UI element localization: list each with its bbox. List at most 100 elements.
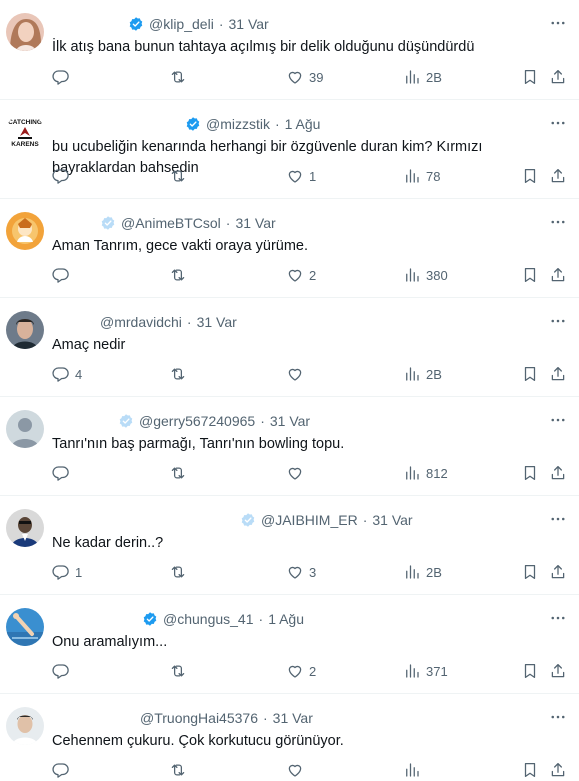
views-button[interactable]	[403, 759, 426, 781]
user-handle[interactable]: @JAIBHIM_ER	[261, 511, 358, 529]
retweet-button[interactable]	[169, 561, 192, 583]
share-button[interactable]	[549, 660, 567, 682]
more-options-button[interactable]	[545, 704, 571, 730]
verified-badge-icon	[128, 16, 144, 32]
views-chart-icon	[406, 367, 419, 381]
tweet-date[interactable]: 31 Var	[270, 412, 310, 430]
share-button[interactable]	[549, 264, 567, 286]
default-avatar[interactable]	[6, 410, 44, 448]
like-button[interactable]	[286, 462, 309, 484]
retweet-button[interactable]	[169, 363, 192, 385]
more-options-button[interactable]	[545, 407, 571, 433]
views-button[interactable]: 380	[403, 264, 448, 286]
tweet[interactable]: @mrdavidchi · 31 Var Amaç nedir 4 2B	[0, 298, 579, 397]
like-button[interactable]: 1	[286, 165, 316, 187]
bookmark-button[interactable]	[521, 363, 539, 385]
reply-button[interactable]: 1	[52, 561, 82, 583]
views-button[interactable]: 2B	[403, 66, 442, 88]
tweet-date[interactable]: 1 Ağu	[268, 610, 304, 628]
like-button[interactable]: 2	[286, 660, 316, 682]
user-handle[interactable]: @klip_deli	[149, 15, 214, 33]
share-button[interactable]	[549, 363, 567, 385]
share-button[interactable]	[549, 165, 567, 187]
user-handle[interactable]: @mizzstik	[206, 115, 270, 133]
retweet-icon	[171, 71, 185, 83]
heart-icon	[288, 269, 302, 282]
user-handle[interactable]: @gerry567240965	[139, 412, 255, 430]
bookmark-button[interactable]	[521, 660, 539, 682]
more-options-button[interactable]	[545, 110, 571, 136]
retweet-button[interactable]	[169, 462, 192, 484]
retweet-icon	[171, 566, 185, 578]
tweet[interactable]: @JAIBHIM_ER · 31 Var Ne kadar derin..? 1…	[0, 496, 579, 595]
like-button[interactable]	[286, 363, 309, 385]
man-avatar[interactable]	[6, 311, 44, 349]
views-chart-icon	[406, 466, 419, 480]
bookmark-button[interactable]	[521, 759, 539, 781]
user-handle[interactable]: @AnimeBTCsol	[121, 214, 221, 232]
like-button[interactable]: 3	[286, 561, 316, 583]
retweet-button[interactable]	[169, 759, 192, 781]
portrait-avatar[interactable]	[6, 509, 44, 547]
diver-avatar[interactable]	[6, 608, 44, 646]
views-button[interactable]: 78	[403, 165, 440, 187]
reply-button[interactable]	[52, 165, 75, 187]
user-handle[interactable]: @mrdavidchi	[100, 313, 182, 331]
more-options-button[interactable]	[545, 10, 571, 36]
retweet-button[interactable]	[169, 66, 192, 88]
reply-button[interactable]	[52, 66, 75, 88]
like-button[interactable]: 2	[286, 264, 316, 286]
man2-avatar[interactable]	[6, 707, 44, 745]
reply-button[interactable]	[52, 660, 75, 682]
share-button[interactable]	[549, 561, 567, 583]
tweet[interactable]: CATCHING KARENS @mizzstik · 1 Ağu bu ucub…	[0, 100, 579, 199]
woman-avatar[interactable]	[6, 13, 44, 51]
reply-button[interactable]	[52, 264, 75, 286]
bookmark-button[interactable]	[521, 66, 539, 88]
separator-dot: ·	[225, 215, 231, 231]
tweet-date[interactable]: 31 Var	[372, 511, 412, 529]
more-options-button[interactable]	[545, 308, 571, 334]
user-handle[interactable]: @TruongHai45376	[140, 709, 258, 727]
tweet-header: @AnimeBTCsol · 31 Var	[100, 214, 276, 232]
like-button[interactable]	[286, 759, 309, 781]
reply-button[interactable]	[52, 759, 75, 781]
user-handle[interactable]: @chungus_41	[163, 610, 254, 628]
views-button[interactable]: 2B	[403, 363, 442, 385]
views-button[interactable]: 812	[403, 462, 448, 484]
retweet-button[interactable]	[169, 264, 192, 286]
share-button[interactable]	[549, 66, 567, 88]
tweet[interactable]: @AnimeBTCsol · 31 Var Aman Tanrım, gece …	[0, 199, 579, 298]
tweet-date[interactable]: 31 Var	[197, 313, 237, 331]
tweet[interactable]: @gerry567240965 · 31 Var Tanrı'nın baş p…	[0, 397, 579, 496]
retweet-button[interactable]	[169, 660, 192, 682]
views-chart-icon	[406, 763, 419, 777]
tweet[interactable]: @TruongHai45376 · 31 Var Cehennem çukuru…	[0, 694, 579, 781]
tweet-date[interactable]: 31 Var	[228, 15, 268, 33]
bookmark-button[interactable]	[521, 462, 539, 484]
views-button[interactable]: 371	[403, 660, 448, 682]
anime-avatar[interactable]	[6, 212, 44, 250]
bookmark-button[interactable]	[521, 165, 539, 187]
tweet-date[interactable]: 31 Var	[273, 709, 313, 727]
tweet-date[interactable]: 1 Ağu	[285, 115, 321, 133]
tweet[interactable]: @klip_deli · 31 Var İlk atış bana bunun …	[0, 0, 579, 100]
bookmark-button[interactable]	[521, 264, 539, 286]
reply-button[interactable]: 4	[52, 363, 82, 385]
catching-karens-logo[interactable]: CATCHING KARENS	[6, 113, 44, 151]
bookmark-icon	[524, 465, 536, 481]
reply-button[interactable]	[52, 462, 75, 484]
more-options-button[interactable]	[545, 605, 571, 631]
heart-icon	[288, 665, 302, 678]
bookmark-button[interactable]	[521, 561, 539, 583]
like-button[interactable]: 39	[286, 66, 323, 88]
tweet-date[interactable]: 31 Var	[235, 214, 275, 232]
more-options-button[interactable]	[545, 209, 571, 235]
views-button[interactable]: 2B	[403, 561, 442, 583]
share-button[interactable]	[549, 759, 567, 781]
tweet-actions: 1 78	[52, 165, 569, 187]
tweet[interactable]: @chungus_41 · 1 Ağu Onu aramalıyım... 2	[0, 595, 579, 694]
share-button[interactable]	[549, 462, 567, 484]
retweet-button[interactable]	[169, 165, 192, 187]
more-options-button[interactable]	[545, 506, 571, 532]
